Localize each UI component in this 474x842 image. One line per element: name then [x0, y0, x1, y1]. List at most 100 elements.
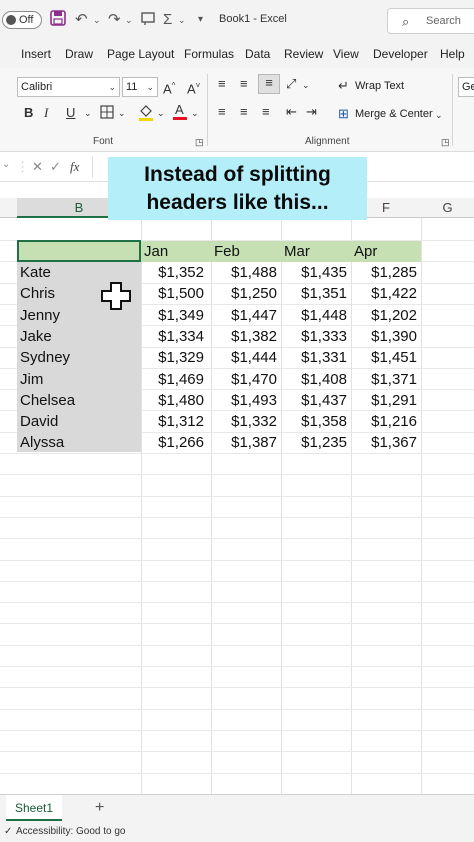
orientation-dropdown-icon[interactable]: ⌄ — [302, 77, 310, 93]
month-header-feb[interactable]: Feb — [214, 243, 240, 260]
value-cell[interactable]: $1,358 — [281, 413, 347, 430]
wrap-text-button[interactable]: Wrap Text — [355, 80, 404, 92]
align-center-icon[interactable]: ≡ — [240, 104, 248, 120]
align-bottom-icon[interactable]: ≡ — [258, 74, 280, 94]
value-cell[interactable]: $1,349 — [138, 307, 204, 324]
value-cell[interactable]: $1,371 — [351, 371, 417, 388]
tab-view[interactable]: View — [333, 47, 359, 61]
value-cell[interactable]: $1,480 — [138, 392, 204, 409]
value-cell[interactable]: $1,387 — [211, 434, 277, 451]
customize-toolbar-icon[interactable]: ▾ — [198, 10, 203, 30]
value-cell[interactable]: $1,352 — [138, 264, 204, 281]
redo-icon[interactable]: ↷ — [108, 10, 121, 30]
value-cell[interactable]: $1,312 — [138, 413, 204, 430]
month-header-mar[interactable]: Mar — [284, 243, 310, 260]
value-cell[interactable]: $1,202 — [351, 307, 417, 324]
underline-button[interactable]: U — [66, 105, 75, 121]
value-cell[interactable]: $1,285 — [351, 264, 417, 281]
tab-draw[interactable]: Draw — [65, 47, 93, 61]
align-top-icon[interactable]: ≡ — [218, 76, 226, 92]
redo-dropdown-icon[interactable]: ⌄ — [125, 10, 133, 30]
column-header-g[interactable]: G — [421, 198, 474, 218]
name-cell[interactable]: David — [20, 413, 58, 430]
value-cell[interactable]: $1,500 — [138, 285, 204, 302]
value-cell[interactable]: $1,470 — [211, 371, 277, 388]
value-cell[interactable]: $1,367 — [351, 434, 417, 451]
alignment-dialog-launcher-icon[interactable]: ◳ — [441, 134, 450, 150]
borders-icon[interactable] — [100, 105, 114, 123]
accessibility-status[interactable]: Accessibility: Good to go — [16, 826, 126, 837]
borders-dropdown-icon[interactable]: ⌄ — [118, 105, 126, 121]
tab-help[interactable]: Help — [440, 47, 465, 61]
decrease-indent-icon[interactable]: ⇤ — [286, 104, 297, 120]
font-color-dropdown-icon[interactable]: ⌄ — [191, 105, 199, 121]
add-sheet-button[interactable]: + — [95, 799, 104, 817]
name-cell[interactable]: Jenny — [20, 307, 60, 324]
font-name-select[interactable]: Calibri ⌄ — [17, 77, 120, 97]
value-cell[interactable]: $1,493 — [211, 392, 277, 409]
name-cell[interactable]: Jim — [20, 371, 43, 388]
value-cell[interactable]: $1,332 — [211, 413, 277, 430]
tab-review[interactable]: Review — [284, 47, 323, 61]
name-box-dropdown-icon[interactable]: ⌄ — [2, 159, 10, 170]
value-cell[interactable]: $1,448 — [281, 307, 347, 324]
value-cell[interactable]: $1,331 — [281, 349, 347, 366]
fill-color-dropdown-icon[interactable]: ⌄ — [157, 105, 165, 121]
tab-page-layout[interactable]: Page Layout — [107, 47, 174, 61]
shrink-font-button[interactable]: A˅ — [187, 78, 200, 97]
value-cell[interactable]: $1,488 — [211, 264, 277, 281]
name-cell[interactable]: Chelsea — [20, 392, 75, 409]
font-dialog-launcher-icon[interactable]: ◳ — [195, 134, 204, 150]
tab-developer[interactable]: Developer — [373, 47, 428, 61]
selected-cell-b-header[interactable] — [17, 240, 141, 262]
italic-button[interactable]: I — [44, 105, 48, 121]
font-color-icon[interactable]: A — [172, 102, 188, 125]
value-cell[interactable]: $1,329 — [138, 349, 204, 366]
sheet-tab-sheet1[interactable]: Sheet1 — [6, 795, 62, 821]
value-cell[interactable]: $1,435 — [281, 264, 347, 281]
name-cell[interactable]: Chris — [20, 285, 55, 302]
name-cell[interactable]: Jake — [20, 328, 52, 345]
cancel-icon[interactable]: ✕ — [32, 159, 43, 175]
merge-center-button[interactable]: Merge & Center — [355, 108, 433, 120]
insert-function-button[interactable]: fx — [70, 159, 79, 175]
autosum-icon[interactable]: Σ — [163, 10, 172, 30]
search-box[interactable]: ⌕ Search — [387, 8, 474, 34]
value-cell[interactable]: $1,390 — [351, 328, 417, 345]
bold-button[interactable]: B — [24, 105, 33, 121]
autosum-dropdown-icon[interactable]: ⌄ — [178, 10, 186, 30]
value-cell[interactable]: $1,235 — [281, 434, 347, 451]
value-cell[interactable]: $1,447 — [211, 307, 277, 324]
tab-formulas[interactable]: Formulas — [184, 47, 234, 61]
name-cell[interactable]: Alyssa — [20, 434, 64, 451]
underline-dropdown-icon[interactable]: ⌄ — [84, 105, 92, 121]
align-middle-icon[interactable]: ≡ — [240, 76, 248, 92]
name-cell[interactable]: Sydney — [20, 349, 70, 366]
tab-insert[interactable]: Insert — [21, 47, 51, 61]
month-header-apr[interactable]: Apr — [354, 243, 377, 260]
name-cell[interactable]: Kate — [20, 264, 51, 281]
value-cell[interactable]: $1,216 — [351, 413, 417, 430]
value-cell[interactable]: $1,469 — [138, 371, 204, 388]
font-size-select[interactable]: 11 ⌄ — [122, 77, 158, 97]
value-cell[interactable]: $1,408 — [281, 371, 347, 388]
merge-dropdown-icon[interactable]: ⌄ — [435, 107, 443, 123]
fill-color-icon[interactable] — [138, 103, 154, 125]
format-painter-icon[interactable] — [140, 10, 156, 30]
value-cell[interactable]: $1,451 — [351, 349, 417, 366]
value-cell[interactable]: $1,291 — [351, 392, 417, 409]
undo-dropdown-icon[interactable]: ⌄ — [93, 10, 101, 30]
align-right-icon[interactable]: ≡ — [262, 104, 270, 120]
value-cell[interactable]: $1,351 — [281, 285, 347, 302]
autosave-toggle[interactable]: Off — [2, 11, 42, 29]
value-cell[interactable]: $1,250 — [211, 285, 277, 302]
orientation-icon[interactable]: ⤢ — [286, 76, 296, 92]
increase-indent-icon[interactable]: ⇥ — [306, 104, 317, 120]
number-format-select[interactable]: Ge — [458, 77, 474, 97]
value-cell[interactable]: $1,444 — [211, 349, 277, 366]
grow-font-button[interactable]: A^ — [163, 78, 175, 97]
enter-icon[interactable]: ✓ — [50, 159, 61, 175]
value-cell[interactable]: $1,334 — [138, 328, 204, 345]
tab-data[interactable]: Data — [245, 47, 270, 61]
value-cell[interactable]: $1,382 — [211, 328, 277, 345]
